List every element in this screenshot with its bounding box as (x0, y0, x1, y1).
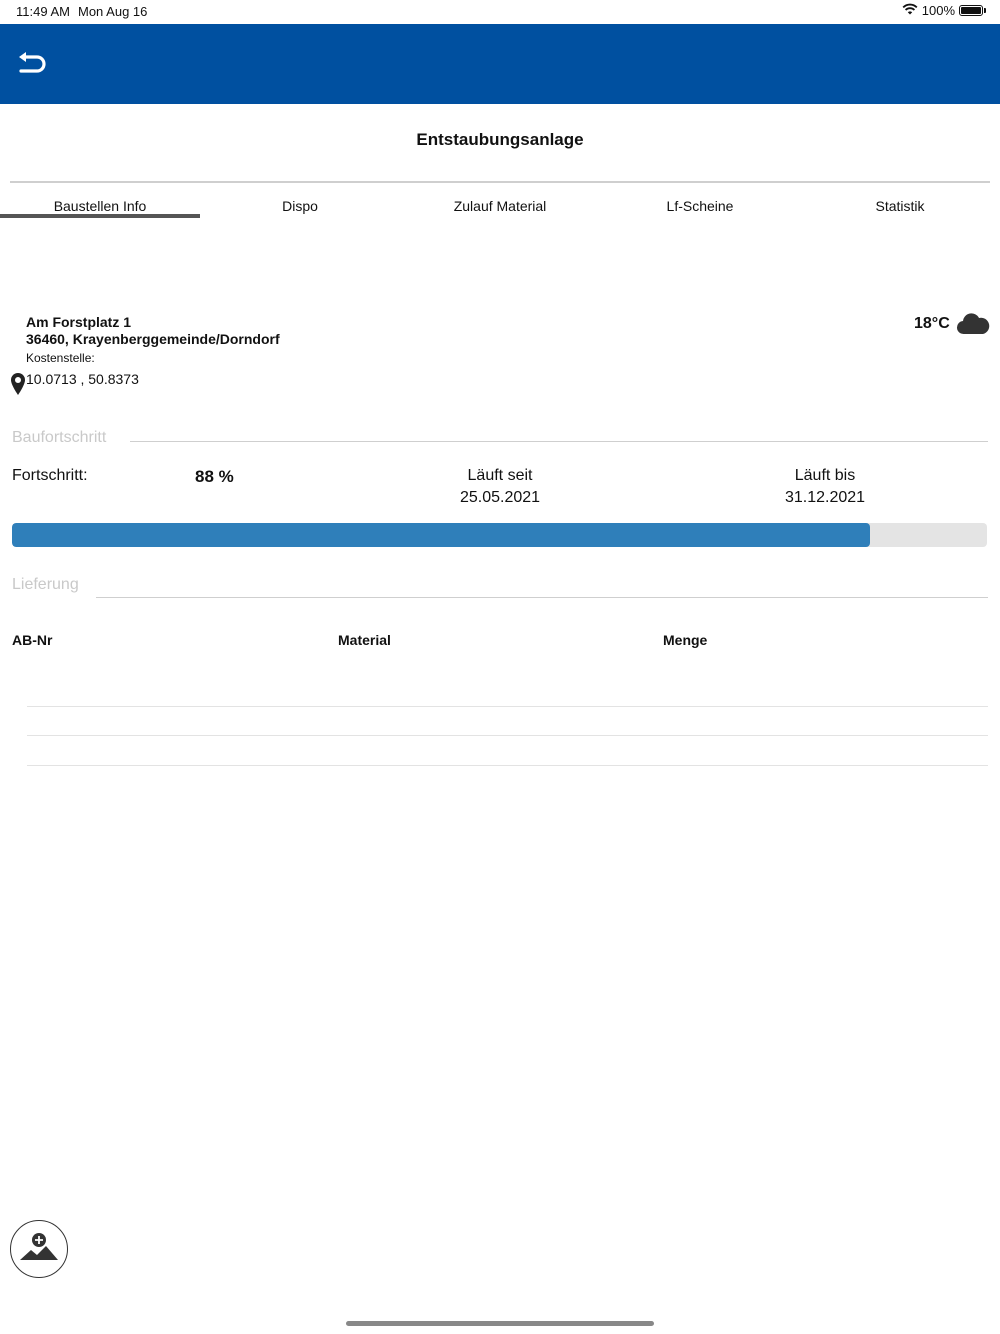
back-button[interactable] (12, 48, 52, 82)
tab-zulauf-material[interactable]: Zulauf Material (400, 198, 600, 214)
site-city: 36460, Krayenberggemeinde/Dorndorf (26, 331, 280, 347)
delivery-section-line (96, 597, 988, 598)
table-row-divider (27, 765, 988, 766)
add-user-icon (18, 1230, 60, 1269)
column-header-menge: Menge (663, 632, 708, 648)
tab-lf-scheine[interactable]: Lf-Scheine (600, 198, 800, 214)
cloud-icon (956, 310, 990, 341)
weather-temperature: 18°C (914, 315, 950, 332)
site-street: Am Forstplatz 1 (26, 314, 132, 330)
progress-bar-fill (12, 523, 870, 547)
column-header-ab-nr: AB-Nr (12, 632, 53, 648)
page-title: Entstaubungsanlage (416, 130, 584, 149)
progress-bar (12, 523, 987, 547)
progress-section-line (130, 441, 988, 442)
app-header (0, 24, 1000, 104)
until-label: Läuft bis (794, 467, 856, 484)
status-date: Mon Aug 16 (78, 4, 148, 19)
site-coordinates: 10.0713 , 50.8373 (26, 371, 139, 387)
tab-statistik[interactable]: Statistik (800, 198, 1000, 214)
tab-dispo[interactable]: Dispo (200, 198, 400, 214)
battery-icon (959, 5, 986, 16)
table-row-divider (27, 706, 988, 707)
tab-baustellen-info[interactable]: Baustellen Info (0, 198, 200, 214)
table-row-divider (27, 735, 988, 736)
add-user-button[interactable] (10, 1220, 68, 1278)
back-arrow-icon (15, 50, 49, 81)
column-header-material: Material (338, 632, 391, 648)
started-date: 25.05.2021 (459, 489, 541, 506)
started-label: Läuft seit (467, 467, 533, 484)
status-indicators: 100% (902, 3, 986, 18)
progress-section-title: Baufortschritt (12, 429, 117, 447)
location-pin-icon[interactable] (10, 372, 26, 401)
until-date: 31.12.2021 (784, 489, 866, 506)
home-indicator (346, 1321, 654, 1326)
progress-label: Fortschritt: (12, 467, 88, 484)
cost-center-label: Kostenstelle: (26, 351, 95, 365)
progress-percent: 88 % (195, 467, 234, 486)
wifi-icon (902, 3, 918, 18)
tabs-divider (10, 181, 990, 183)
status-time: 11:49 AM (16, 4, 70, 19)
delivery-section-title: Lieferung (12, 576, 89, 594)
battery-percent: 100% (921, 3, 955, 18)
active-tab-indicator (0, 214, 200, 218)
